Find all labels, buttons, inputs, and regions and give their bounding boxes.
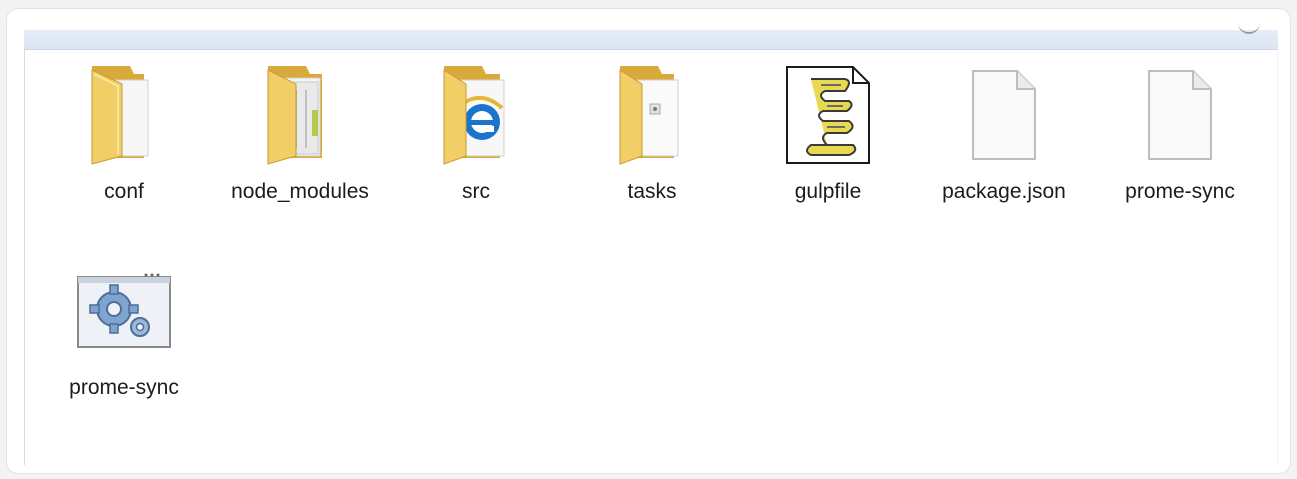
file-label: conf	[104, 180, 144, 203]
file-item-src[interactable]: src	[388, 58, 564, 254]
folder-icon	[619, 66, 679, 165]
file-item-tasks[interactable]: tasks	[564, 58, 740, 254]
file-label: tasks	[627, 180, 677, 203]
file-item-gulpfile[interactable]: gulpfile	[740, 58, 916, 254]
file-icon	[1148, 70, 1212, 160]
file-label: node_modules	[231, 180, 369, 203]
script-icon	[786, 66, 870, 164]
file-item-conf[interactable]: conf	[36, 58, 212, 254]
file-label: gulpfile	[794, 180, 862, 203]
explorer-toolbar	[24, 30, 1278, 50]
folder-ie-icon	[443, 66, 505, 165]
file-label: package.json	[942, 180, 1066, 203]
file-label: prome-sync	[1125, 180, 1235, 203]
file-label: prome-sync	[69, 376, 179, 399]
file-item-package-json[interactable]: package.json	[916, 58, 1092, 254]
file-grid: conf node_modules src tasks gulpfile pac…	[36, 58, 1276, 458]
file-item-node-modules[interactable]: node_modules	[212, 58, 388, 254]
gear-icon	[77, 273, 171, 348]
file-item-prome-sync-exe[interactable]: prome-sync	[36, 254, 212, 450]
folder-icon	[267, 66, 322, 165]
file-item-prome-sync[interactable]: prome-sync	[1092, 58, 1268, 254]
folder-icon	[91, 66, 149, 165]
file-icon	[972, 70, 1036, 160]
file-label: src	[462, 180, 490, 203]
